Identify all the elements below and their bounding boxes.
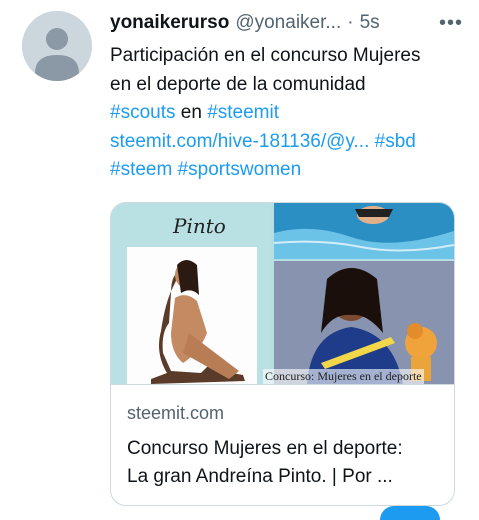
tweet-text-line: steemit.com/hive-181136/@y... #sbd: [110, 128, 470, 157]
user-handle[interactable]: @yonaiker...: [235, 12, 341, 34]
card-image[interactable]: Pinto Concurso: Mujeres en el deporte: [111, 203, 454, 384]
hashtag-steemit[interactable]: #steemit: [207, 102, 279, 123]
card-title-line: Concurso Mujeres en el deporte:: [127, 438, 403, 459]
tweet-text-line: #steem #sportswomen: [110, 156, 470, 185]
hashtag-steem[interactable]: #steem: [110, 159, 172, 180]
tweet-text-line: Participación en el concurso Mujeres: [110, 45, 421, 66]
card-image-label: Pinto: [173, 214, 226, 238]
default-avatar-icon: [22, 11, 92, 81]
tweet-url-link[interactable]: steemit.com/hive-181136/@y...: [110, 131, 369, 152]
card-divider: [111, 384, 454, 385]
tweet-text-line: #scouts en #steemit: [110, 99, 470, 128]
card-domain[interactable]: steemit.com: [127, 403, 224, 424]
hashtag-sportswomen[interactable]: #sportswomen: [178, 159, 302, 180]
tweet-timestamp[interactable]: 5s: [360, 12, 380, 34]
floating-button-edge[interactable]: [380, 506, 440, 520]
word-en: en: [180, 102, 202, 123]
card-photo-collage: [111, 203, 454, 384]
tweet-header: yonaikerurso @yonaiker... · 5s •••: [110, 11, 465, 35]
display-name[interactable]: yonaikerurso: [110, 12, 229, 34]
separator-dot: ·: [347, 12, 354, 33]
tweet-text: Participación en el concurso Mujeres en …: [110, 42, 470, 185]
card-title[interactable]: Concurso Mujeres en el deporte: La gran …: [127, 435, 447, 491]
card-image-caption: Concurso: Mujeres en el deporte: [263, 369, 424, 384]
link-preview-card[interactable]: Pinto Concurso: Mujeres en el deporte st…: [110, 202, 455, 506]
hashtag-sbd[interactable]: #sbd: [375, 131, 416, 152]
avatar[interactable]: [22, 11, 92, 81]
card-title-line: La gran Andreína Pinto. | Por ...: [127, 466, 393, 487]
tweet-text-line: en el deporte de la comunidad: [110, 73, 366, 95]
more-options-icon[interactable]: •••: [439, 11, 463, 35]
hashtag-scouts[interactable]: #scouts: [110, 102, 175, 123]
